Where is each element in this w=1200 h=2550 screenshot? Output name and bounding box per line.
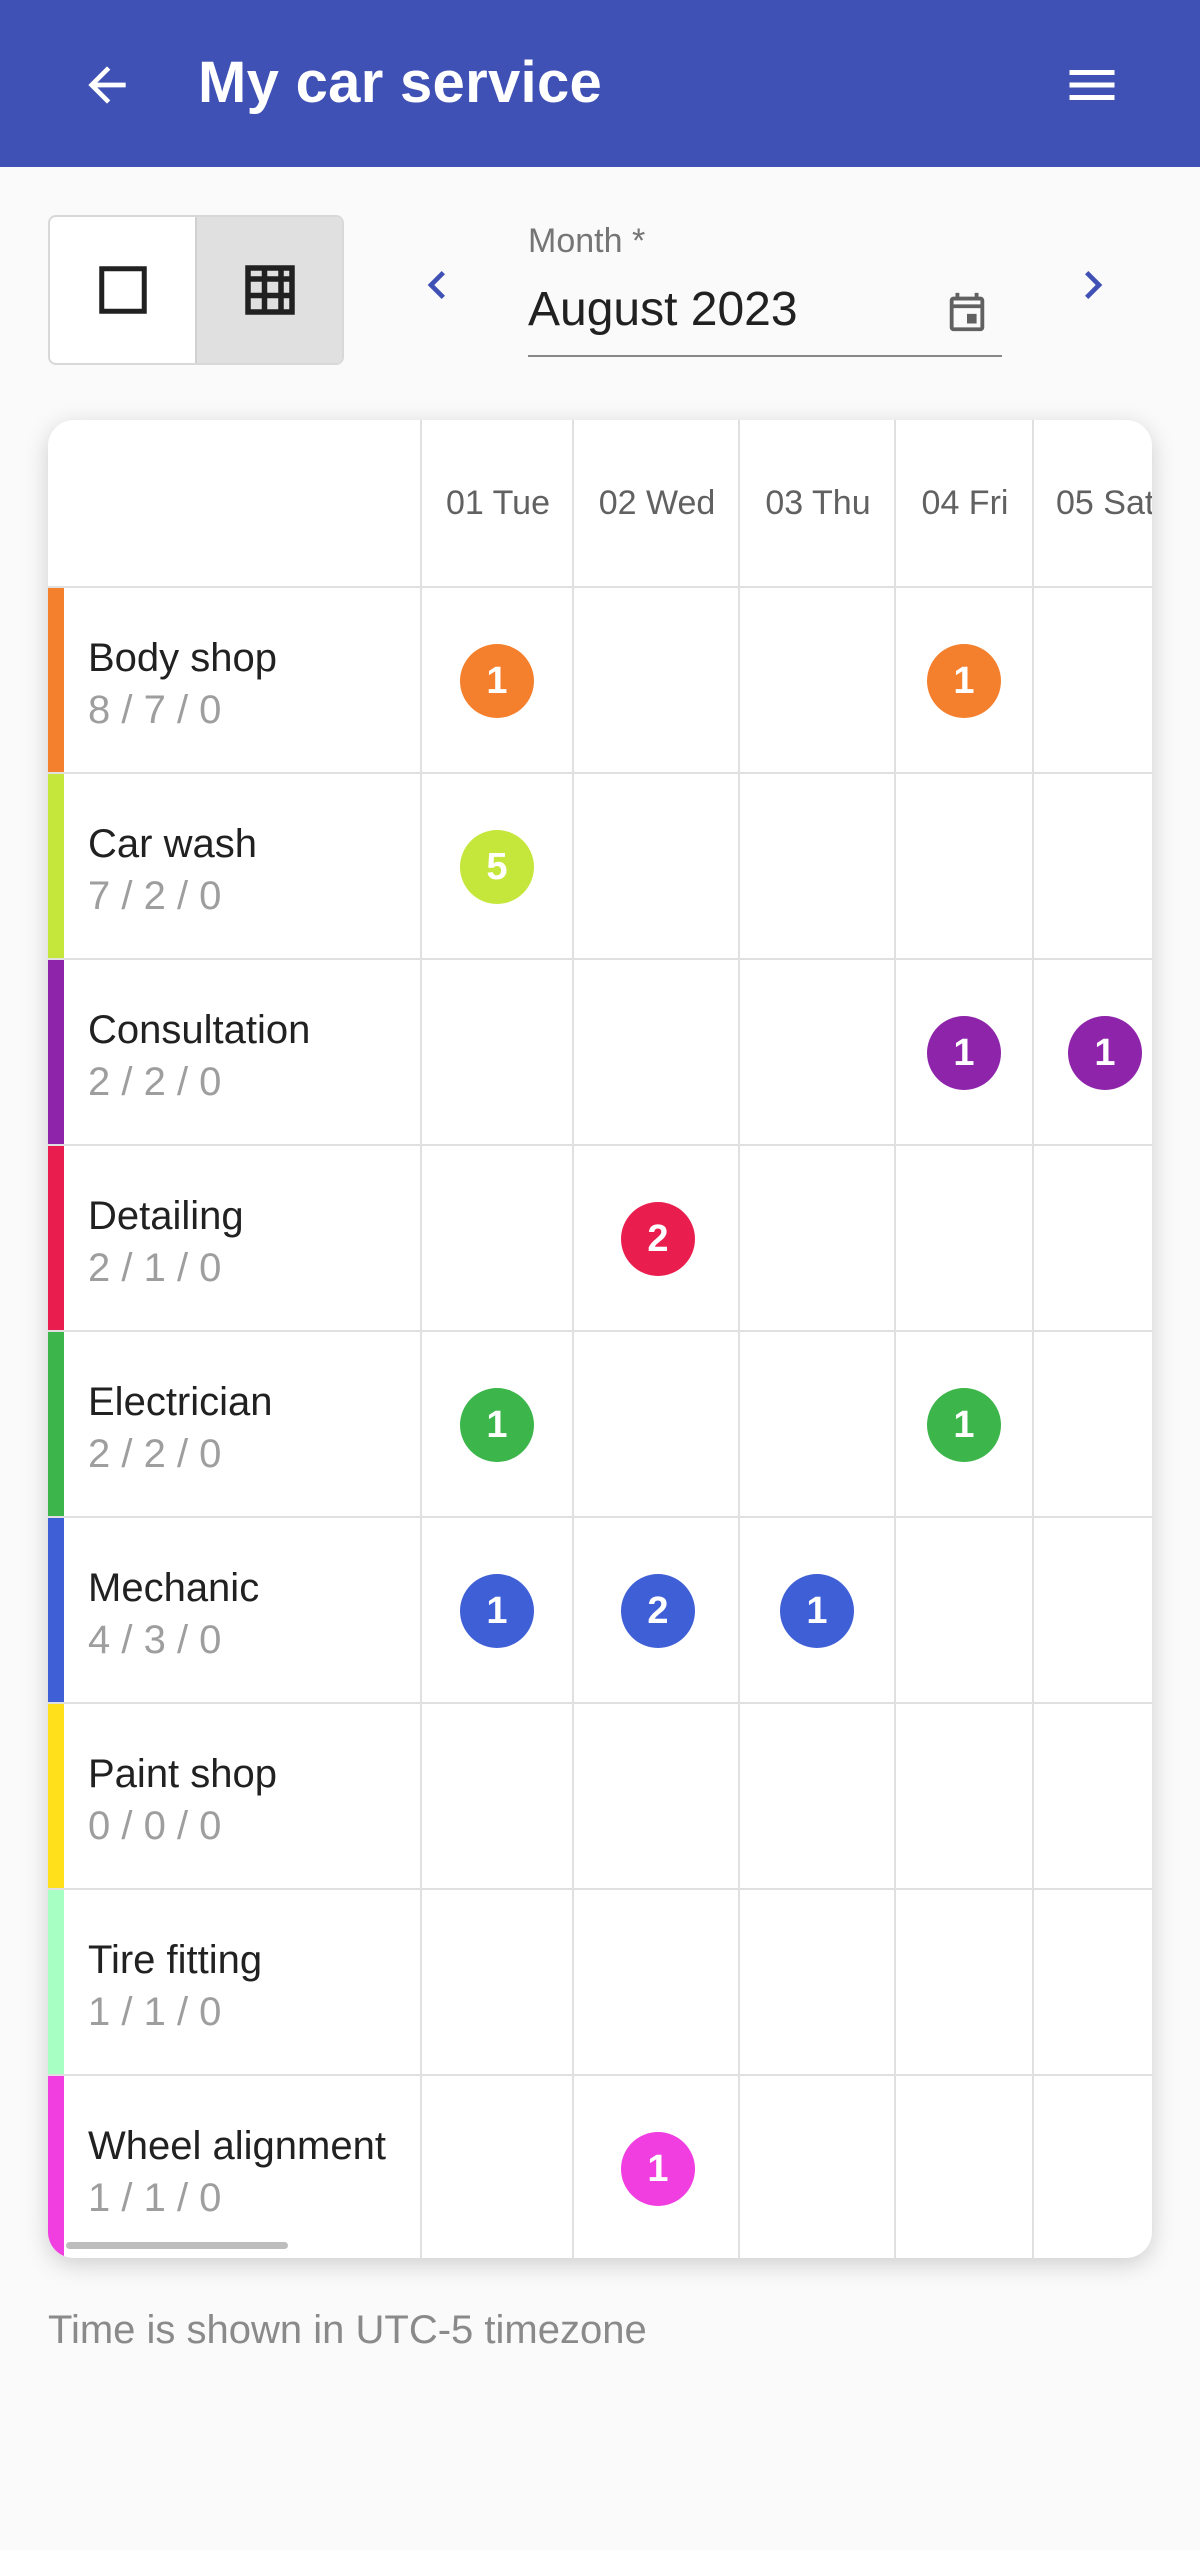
service-row: Tire fitting 1 / 1 / 0 [48, 1890, 1152, 2076]
month-label: Month * [528, 222, 646, 260]
service-name: Paint shop [88, 1752, 278, 1796]
arrow-back-icon [88, 66, 126, 104]
service-name: Consultation [88, 1008, 311, 1052]
view-toggle [48, 215, 344, 365]
service-row: Electrician 2 / 2 / 0 1 1 [48, 1332, 1152, 1518]
service-row: Consultation 2 / 2 / 0 11 [48, 960, 1152, 1146]
appointment-count-badge[interactable]: 1 [460, 644, 534, 718]
service-color-bar [48, 1146, 64, 1330]
service-name: Electrician [88, 1380, 273, 1424]
appointment-count-badge[interactable]: 1 [621, 2132, 695, 2206]
grid-icon [244, 265, 295, 315]
day-header: 02 Wed [598, 483, 716, 522]
service-color-bar [48, 1704, 64, 1888]
appointment-count-badge[interactable]: 2 [621, 1202, 695, 1276]
appointment-count-badge[interactable]: 2 [621, 1574, 695, 1648]
app-bar: My car service [0, 0, 1200, 167]
service-counts: 2 / 2 / 0 [88, 1432, 222, 1476]
appointment-count-badge[interactable]: 1 [780, 1574, 854, 1648]
chevron-left-icon [427, 271, 445, 299]
service-name: Mechanic [88, 1566, 260, 1610]
grid-header: 01 Tue 02 Wed 03 Thu 04 Fri 05 Sat [48, 420, 1152, 588]
grid-view-button[interactable] [195, 217, 342, 363]
calendar-button[interactable] [940, 285, 994, 339]
service-counts: 2 / 1 / 0 [88, 1246, 222, 1290]
single-view-button[interactable] [50, 217, 195, 363]
service-counts: 1 / 1 / 0 [88, 1990, 222, 2034]
service-counts: 0 / 0 / 0 [88, 1804, 222, 1848]
month-underline [528, 355, 1002, 357]
day-header: 01 Tue [446, 483, 550, 522]
service-color-bar [48, 2076, 64, 2258]
service-counts: 7 / 2 / 0 [88, 874, 222, 918]
appointment-count-badge[interactable]: 5 [460, 830, 534, 904]
appointment-count-badge[interactable]: 1 [927, 1016, 1001, 1090]
single-square-icon [98, 266, 147, 314]
chevron-right-icon [1085, 271, 1103, 299]
day-header: 05 Sat [1056, 483, 1152, 522]
appointment-count-badge[interactable]: 1 [927, 644, 1001, 718]
service-color-bar [48, 774, 64, 958]
hamburger-menu-icon [1069, 70, 1115, 100]
service-color-bar [48, 1332, 64, 1516]
appointment-count-badge[interactable]: 1 [460, 1574, 534, 1648]
next-month-button[interactable] [1058, 250, 1128, 320]
menu-button[interactable] [1055, 50, 1129, 120]
month-value[interactable]: August 2023 [528, 275, 798, 345]
service-name: Car wash [88, 822, 257, 866]
service-name: Body shop [88, 636, 278, 680]
service-name: Detailing [88, 1194, 244, 1238]
service-row: Mechanic 4 / 3 / 0 1 2 1 [48, 1518, 1152, 1704]
service-color-bar [48, 1518, 64, 1702]
service-counts: 8 / 7 / 0 [88, 688, 222, 732]
schedule-grid: 01 Tue 02 Wed 03 Thu 04 Fri 05 Sat Body … [48, 420, 1152, 2258]
service-counts: 1 / 1 / 0 [88, 2176, 222, 2220]
back-button[interactable] [72, 50, 142, 120]
service-row: Body shop 8 / 7 / 0 1 1 [48, 588, 1152, 774]
service-color-bar [48, 588, 64, 772]
appointment-count-badge[interactable]: 1 [1068, 1016, 1142, 1090]
calendar-icon [949, 292, 985, 332]
appointment-count-badge[interactable]: 1 [927, 1388, 1001, 1462]
service-counts: 2 / 2 / 0 [88, 1060, 222, 1104]
service-color-bar [48, 1890, 64, 2074]
service-row: Car wash 7 / 2 / 0 5 [48, 774, 1152, 960]
service-row: Wheel alignment 1 / 1 / 0 1 [48, 2076, 1152, 2258]
appointment-count-badge[interactable]: 1 [460, 1388, 534, 1462]
service-color-bar [48, 960, 64, 1144]
service-row: Detailing 2 / 1 / 0 2 [48, 1146, 1152, 1332]
month-field[interactable]: Month * August 2023 [528, 215, 1002, 359]
service-name: Wheel alignment [88, 2124, 386, 2168]
page-title: My car service [198, 50, 603, 115]
service-counts: 4 / 3 / 0 [88, 1618, 222, 1662]
service-row: Paint shop 0 / 0 / 0 [48, 1704, 1152, 1890]
timezone-note: Time is shown in UTC-5 timezone [48, 2308, 647, 2352]
horizontal-scrollbar[interactable] [66, 2242, 288, 2249]
day-header: 03 Thu [765, 483, 871, 522]
previous-month-button[interactable] [402, 250, 472, 320]
service-name: Tire fitting [88, 1938, 263, 1982]
day-header: 04 Fri [921, 483, 1009, 522]
